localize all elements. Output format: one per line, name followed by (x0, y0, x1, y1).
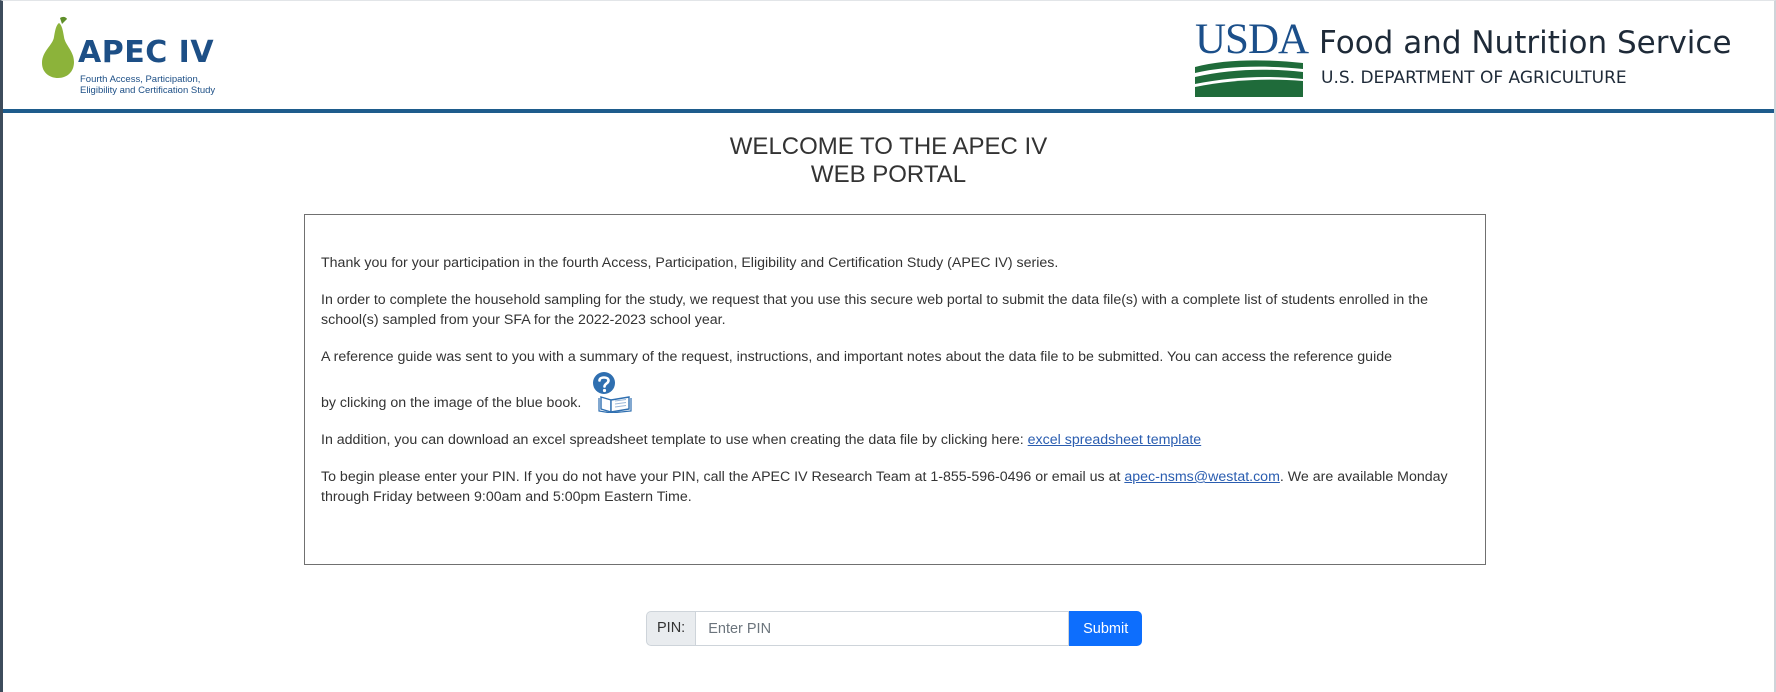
submit-button[interactable]: Submit (1069, 611, 1143, 646)
apec-logo-title: APEC IV (78, 35, 215, 70)
usda-logo: USDA (1195, 16, 1309, 97)
apec-logo-subtitle-line2: Eligibility and Certification Study (80, 85, 216, 96)
header: APEC IV Fourth Access, Participation, El… (3, 1, 1774, 113)
usda-agency-name: Food and Nutrition Service (1319, 25, 1732, 61)
pin-form: PIN: Submit (646, 611, 1143, 646)
instructions-paragraph-request: In order to complete the household sampl… (321, 292, 1428, 328)
excel-template-link[interactable]: excel spreadsheet template (1028, 432, 1202, 448)
usda-department-name: U.S. DEPARTMENT OF AGRICULTURE (1321, 68, 1627, 88)
apec-logo: APEC IV Fourth Access, Participation, El… (40, 11, 280, 101)
usda-landscape-icon (1195, 60, 1303, 97)
header-divider (3, 109, 1774, 113)
blue-book-help-icon[interactable] (589, 371, 633, 414)
instructions-paragraph-pin: To begin please enter your PIN. If you d… (321, 467, 1469, 507)
instructions-box: Thank you for your participation in the … (304, 214, 1486, 565)
apec-logo-subtitle-line1: Fourth Access, Participation, (80, 74, 201, 85)
template-text: In addition, you can download an excel s… (321, 432, 1028, 448)
pin-input[interactable] (695, 611, 1070, 646)
usda-fns-logo: USDA Food and Nutrition Service U.S. DEP… (1195, 16, 1755, 101)
instructions-paragraph-reference-guide: A reference guide was sent to you with a… (321, 347, 1469, 367)
instructions-paragraph-reference-guide-cont: by clicking on the image of the blue boo… (321, 371, 1469, 414)
apec-logo-subtitle: Fourth Access, Participation, Eligibilit… (80, 74, 215, 96)
support-email-link[interactable]: apec-nsms@westat.com (1124, 469, 1280, 485)
page-title-line1: WELCOME TO THE APEC IV (729, 133, 1048, 160)
page-title: WELCOME TO THE APEC IV WEB PORTAL (3, 133, 1774, 189)
instructions-paragraph-template: In addition, you can download an excel s… (321, 430, 1469, 450)
instructions-paragraph-thanks: Thank you for your participation in the … (321, 255, 1059, 271)
reference-guide-text-line2: by clicking on the image of the blue boo… (321, 395, 582, 411)
pin-instructions-text: To begin please enter your PIN. If you d… (321, 469, 1125, 485)
page-title-line2: WEB PORTAL (810, 161, 967, 188)
pear-icon (42, 16, 74, 78)
page: APEC IV Fourth Access, Participation, El… (0, 0, 1776, 692)
reference-guide-text-line1: A reference guide was sent to you with a… (321, 349, 1393, 365)
pin-label: PIN: (646, 611, 696, 646)
